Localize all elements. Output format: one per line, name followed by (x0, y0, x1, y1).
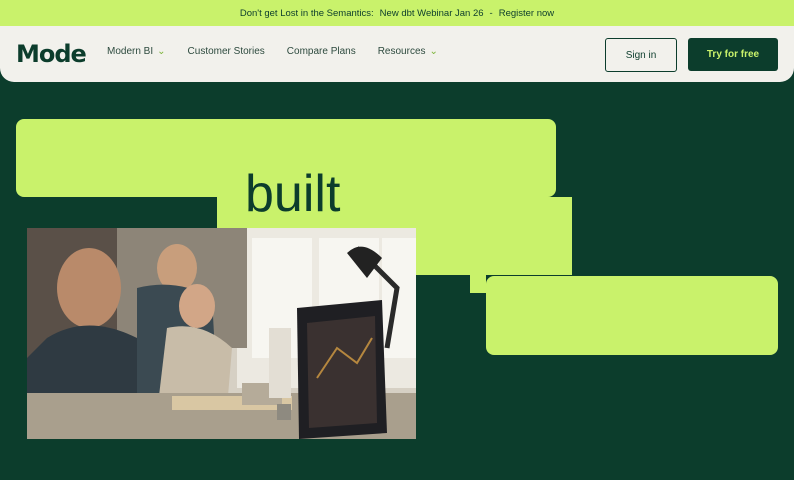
banner-text: Don't get Lost in the Semantics: (239, 7, 374, 19)
nav-item-label: Compare Plans (286, 46, 356, 57)
nav-item-label: Customer Stories (187, 46, 265, 57)
nav-item-label: Resources (377, 46, 426, 57)
chevron-down-icon: ⌄ (157, 45, 166, 57)
banner-separator: - (489, 7, 493, 19)
nav-menu: Modern BI ⌄ Customer Stories Compare Pla… (107, 46, 460, 57)
sign-in-button[interactable]: Sign in (605, 38, 677, 72)
nav-item-label: Modern BI (107, 46, 154, 57)
banner-register-link[interactable]: Register now (499, 8, 554, 19)
hero-lime-block-connector (470, 275, 486, 293)
mode-logo[interactable]: Mode (16, 40, 87, 68)
hero-photo-team-at-desk (27, 228, 416, 439)
nav-item-modern-bi[interactable]: Modern BI ⌄ (107, 46, 166, 57)
hero-headline-word: built (245, 165, 341, 223)
nav-item-customer-stories[interactable]: Customer Stories (188, 46, 265, 57)
nav-item-compare-plans[interactable]: Compare Plans (287, 46, 356, 57)
banner-webinar-link[interactable]: New dbt Webinar Jan 26 (380, 8, 484, 19)
nav-item-resources[interactable]: Resources ⌄ (378, 46, 438, 57)
chevron-down-icon: ⌄ (429, 45, 438, 57)
announcement-banner: Don't get Lost in the Semantics: New dbt… (0, 0, 794, 26)
try-for-free-button[interactable]: Try for free (688, 38, 778, 71)
top-navigation: Mode Modern BI ⌄ Customer Stories Compar… (0, 26, 794, 82)
office-photo-illustration (27, 228, 416, 439)
hero-lime-block-right (486, 276, 778, 355)
